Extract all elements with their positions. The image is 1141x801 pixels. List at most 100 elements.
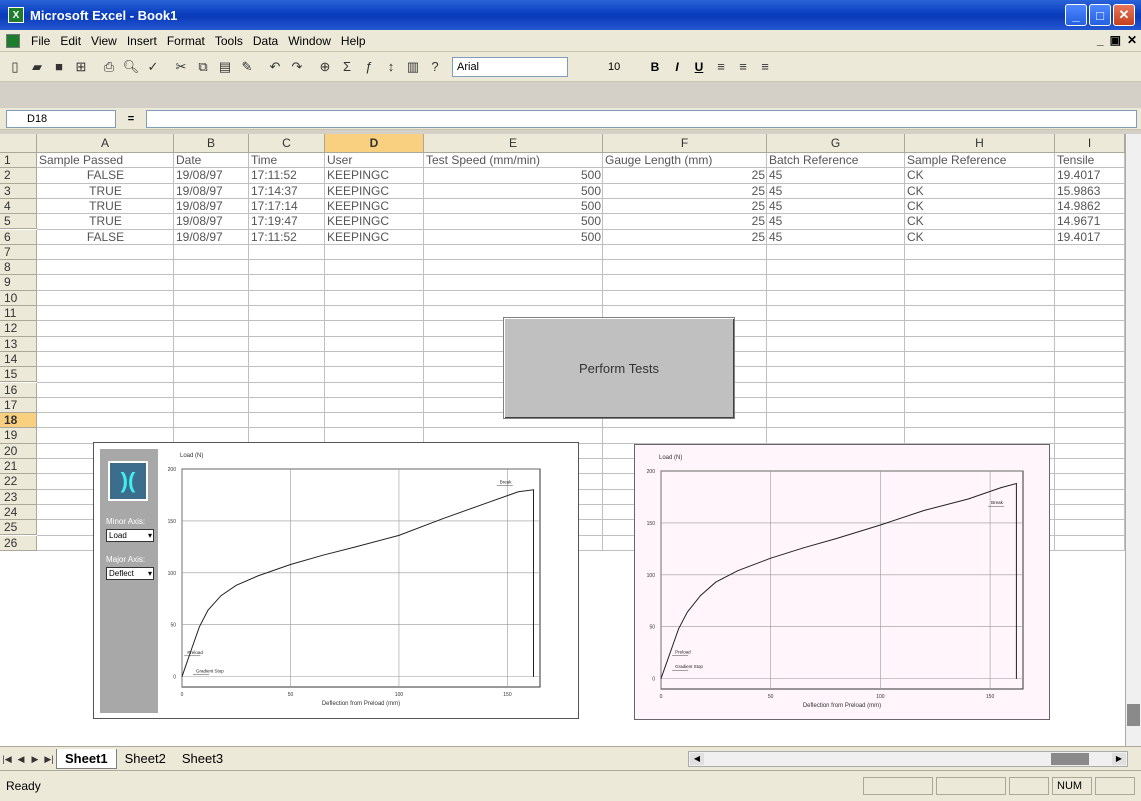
menu-tools[interactable]: Tools bbox=[210, 34, 248, 48]
function-icon[interactable]: ƒ bbox=[358, 56, 380, 78]
menu-data[interactable]: Data bbox=[248, 34, 283, 48]
perform-tests-button[interactable]: Perform Tests bbox=[503, 317, 735, 419]
cell[interactable]: 25 bbox=[603, 214, 767, 229]
cell[interactable]: 17:19:47 bbox=[249, 214, 325, 229]
sort-ascending-icon[interactable]: ↕ bbox=[380, 56, 402, 78]
help-icon[interactable]: ? bbox=[424, 56, 446, 78]
cell[interactable]: KEEPINGC bbox=[325, 199, 424, 214]
row-header-7[interactable]: 7 bbox=[0, 244, 37, 261]
row-header-4[interactable]: 4 bbox=[0, 198, 37, 215]
cell[interactable]: 14.9671 bbox=[1055, 214, 1125, 229]
cell[interactable]: CK bbox=[905, 214, 1055, 229]
cell[interactable]: KEEPINGC bbox=[325, 230, 424, 245]
cell[interactable]: Sample Reference bbox=[905, 153, 1055, 168]
cell[interactable]: 17:11:52 bbox=[249, 168, 325, 183]
row-header-26[interactable]: 26 bbox=[0, 535, 37, 551]
cell[interactable]: Tensile bbox=[1055, 153, 1125, 168]
cell[interactable]: 500 bbox=[424, 230, 603, 245]
new-icon[interactable]: ▯ bbox=[4, 56, 26, 78]
cell[interactable]: Date bbox=[174, 153, 249, 168]
select-all-corner[interactable] bbox=[0, 134, 37, 153]
horizontal-scrollbar[interactable]: ◀ ▶ bbox=[688, 751, 1128, 767]
row-header-6[interactable]: 6 bbox=[0, 229, 37, 245]
cell[interactable]: TRUE bbox=[37, 184, 174, 199]
align-right-icon[interactable]: ≡ bbox=[754, 56, 776, 78]
cell[interactable]: 45 bbox=[767, 184, 905, 199]
cell[interactable]: CK bbox=[905, 199, 1055, 214]
cell[interactable]: 14.9862 bbox=[1055, 199, 1125, 214]
permission-icon[interactable]: ⊞ bbox=[70, 56, 92, 78]
print-icon[interactable]: ⎙ bbox=[98, 56, 120, 78]
cell[interactable]: 500 bbox=[424, 199, 603, 214]
row-header-14[interactable]: 14 bbox=[0, 351, 37, 368]
cell[interactable]: FALSE bbox=[37, 230, 174, 245]
doc-restore-icon[interactable]: ▣ bbox=[1110, 33, 1121, 47]
chart-wizard-icon[interactable]: ▥ bbox=[402, 56, 424, 78]
cell[interactable]: 19/08/97 bbox=[174, 199, 249, 214]
row-header-18[interactable]: 18 bbox=[0, 413, 37, 429]
row-header-11[interactable]: 11 bbox=[0, 306, 37, 322]
row-header-20[interactable]: 20 bbox=[0, 443, 37, 459]
paste-icon[interactable]: ▤ bbox=[214, 56, 236, 78]
menu-view[interactable]: View bbox=[86, 34, 122, 48]
name-box[interactable]: D18 bbox=[6, 109, 116, 128]
major-axis-select[interactable]: Deflect bbox=[106, 567, 154, 580]
first-sheet-icon[interactable]: |◀ bbox=[0, 752, 14, 766]
row-header-17[interactable]: 17 bbox=[0, 397, 37, 414]
row-header-5[interactable]: 5 bbox=[0, 214, 37, 230]
cell[interactable]: TRUE bbox=[37, 214, 174, 229]
column-header-f[interactable]: F bbox=[603, 134, 767, 153]
menu-help[interactable]: Help bbox=[336, 34, 371, 48]
row-header-12[interactable]: 12 bbox=[0, 321, 37, 337]
cell[interactable]: 25 bbox=[603, 230, 767, 245]
cell[interactable]: 19/08/97 bbox=[174, 214, 249, 229]
cut-icon[interactable]: ✂ bbox=[170, 56, 192, 78]
cell[interactable]: 500 bbox=[424, 214, 603, 229]
row-header-10[interactable]: 10 bbox=[0, 290, 37, 306]
cell[interactable]: 17:11:52 bbox=[249, 230, 325, 245]
cell[interactable]: KEEPINGC bbox=[325, 184, 424, 199]
row-header-19[interactable]: 19 bbox=[0, 428, 37, 444]
cell[interactable]: 17:17:14 bbox=[249, 199, 325, 214]
row-header-15[interactable]: 15 bbox=[0, 367, 37, 383]
column-header-c[interactable]: C bbox=[249, 134, 325, 153]
scroll-left-icon[interactable]: ◀ bbox=[690, 753, 704, 765]
vertical-scroll-thumb[interactable] bbox=[1127, 704, 1140, 726]
cell[interactable]: User bbox=[325, 153, 424, 168]
row-header-9[interactable]: 9 bbox=[0, 275, 37, 291]
bold-button[interactable]: B bbox=[644, 56, 666, 78]
row-header-22[interactable]: 22 bbox=[0, 474, 37, 490]
cell[interactable]: Time bbox=[249, 153, 325, 168]
menu-edit[interactable]: Edit bbox=[55, 34, 86, 48]
chart-load-deflection-2[interactable]: 200 150 100 50 0 0 50 100 150 Load (N) Deflection … bbox=[634, 444, 1050, 720]
open-icon[interactable]: ▰ bbox=[26, 56, 48, 78]
sheet-tab-sheet1[interactable]: Sheet1 bbox=[56, 748, 117, 769]
column-header-h[interactable]: H bbox=[905, 134, 1055, 153]
cell[interactable]: 19/08/97 bbox=[174, 168, 249, 183]
save-icon[interactable]: ■ bbox=[48, 56, 70, 78]
cell[interactable]: 19.4017 bbox=[1055, 168, 1125, 183]
font-size-select[interactable]: 10 bbox=[604, 57, 644, 77]
cell[interactable]: 19.4017 bbox=[1055, 230, 1125, 245]
cell[interactable]: Batch Reference bbox=[767, 153, 905, 168]
vertical-scrollbar[interactable] bbox=[1125, 134, 1141, 746]
undo-icon[interactable]: ↶ bbox=[264, 56, 286, 78]
spelling-icon[interactable]: ✓ bbox=[142, 56, 164, 78]
cell[interactable]: TRUE bbox=[37, 199, 174, 214]
workbook-icon[interactable] bbox=[6, 33, 20, 48]
cell[interactable]: 45 bbox=[767, 199, 905, 214]
prev-sheet-icon[interactable]: ◀ bbox=[14, 752, 28, 766]
maximize-button[interactable]: □ bbox=[1089, 4, 1111, 26]
menu-file[interactable]: File bbox=[26, 34, 55, 48]
cell[interactable]: Test Speed (mm/min) bbox=[424, 153, 603, 168]
cell[interactable]: 19/08/97 bbox=[174, 230, 249, 245]
cell[interactable]: Gauge Length (mm) bbox=[603, 153, 767, 168]
column-header-g[interactable]: G bbox=[767, 134, 905, 153]
chart-load-deflection-1[interactable]: )(Minor Axis: Load Major Axis: Deflect 200 15… bbox=[93, 442, 579, 719]
autosum-icon[interactable]: Σ bbox=[336, 56, 358, 78]
sheet-tab-sheet3[interactable]: Sheet3 bbox=[174, 749, 231, 769]
row-header-13[interactable]: 13 bbox=[0, 336, 37, 352]
sheet-tab-sheet2[interactable]: Sheet2 bbox=[117, 749, 174, 769]
cell[interactable]: 45 bbox=[767, 214, 905, 229]
align-left-icon[interactable]: ≡ bbox=[710, 56, 732, 78]
